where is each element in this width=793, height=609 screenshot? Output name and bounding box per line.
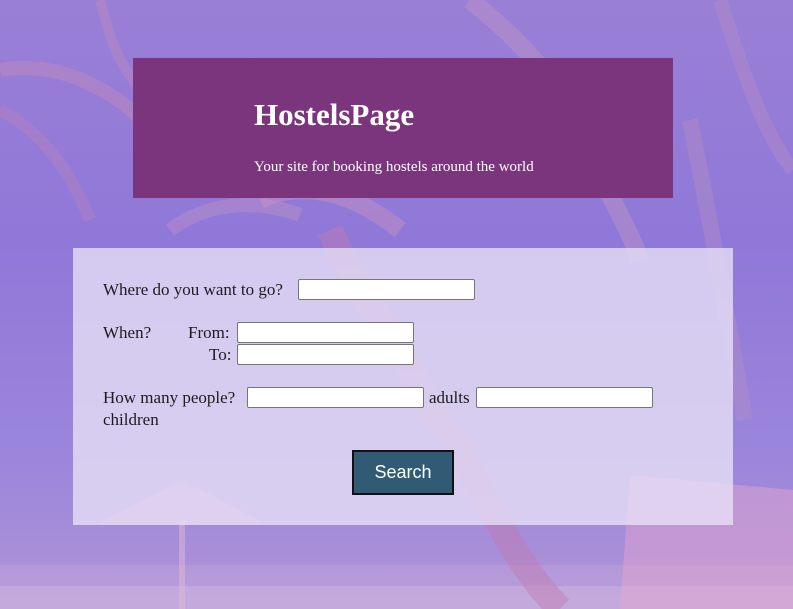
from-date-input[interactable] xyxy=(237,322,414,343)
to-label: To: xyxy=(209,345,232,364)
site-header: HostelsPage Your site for booking hostel… xyxy=(133,58,673,198)
destination-label: Where do you want to go? xyxy=(103,280,283,299)
site-tagline: Your site for booking hostels around the… xyxy=(254,159,534,175)
people-label: How many people? xyxy=(103,388,236,407)
children-input[interactable] xyxy=(476,387,653,408)
adults-label: adults xyxy=(429,388,470,407)
destination-input[interactable] xyxy=(298,279,475,300)
adults-input[interactable] xyxy=(247,387,424,408)
search-button[interactable]: Search xyxy=(352,450,454,495)
children-label: children xyxy=(103,410,159,429)
site-title: HostelsPage xyxy=(254,97,415,132)
from-label: From: xyxy=(188,323,230,342)
search-form: Where do you want to go? When? From: To:… xyxy=(73,248,733,525)
when-label: When? xyxy=(103,323,152,342)
to-date-input[interactable] xyxy=(237,344,414,365)
